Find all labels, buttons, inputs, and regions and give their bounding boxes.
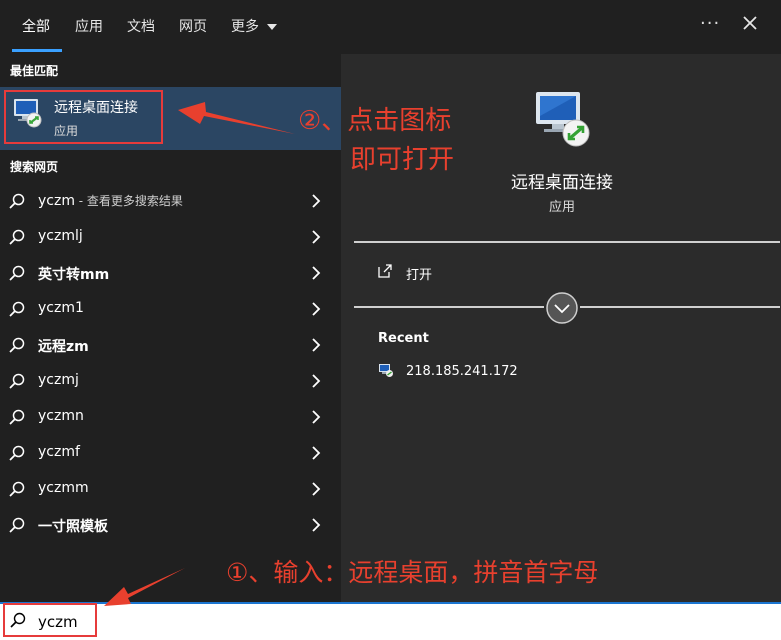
best-match-annotation-box [4, 90, 163, 144]
search-annotation-box [3, 603, 97, 637]
chevron-right-icon[interactable] [309, 409, 323, 425]
search-result-row[interactable]: yczm - 查看更多搜索结果 [0, 183, 341, 219]
annotation-step1: ①、输入：远程桌面，拼音首字母 [226, 558, 599, 587]
search-icon [9, 445, 25, 461]
search-result-row[interactable]: 远程zm [0, 327, 341, 363]
search-icon [9, 265, 25, 281]
preview-subtitle: 应用 [548, 200, 575, 215]
annotation-step2-line1: ②、点击图标 [298, 106, 452, 136]
remote-desktop-icon[interactable] [532, 88, 594, 150]
search-icon [9, 481, 25, 497]
result-text: 远程zm [38, 339, 89, 355]
divider [580, 306, 780, 308]
result-text: 英寸转mm [38, 267, 110, 283]
divider [354, 306, 544, 308]
search-result-row[interactable]: yczm1 [0, 291, 341, 327]
chevron-right-icon[interactable] [309, 265, 323, 281]
search-result-row[interactable]: yczmn [0, 399, 341, 435]
search-icon [9, 337, 25, 353]
result-text: yczmm [38, 480, 89, 496]
caret-down-icon [267, 24, 278, 30]
result-text: yczmn [38, 408, 84, 424]
result-text: yczmf [38, 444, 80, 460]
expand-chevron-icon[interactable] [545, 291, 579, 325]
result-text: 一寸照模板 [38, 519, 108, 535]
search-result-row[interactable]: yczmm [0, 471, 341, 507]
tab-all[interactable]: 全部 [22, 16, 50, 36]
search-icon [9, 517, 25, 533]
tab-documents[interactable]: 文档 [127, 16, 155, 36]
open-icon[interactable] [377, 263, 393, 279]
tab-web[interactable]: 网页 [179, 16, 207, 36]
chevron-right-icon[interactable] [309, 517, 323, 533]
tab-apps[interactable]: 应用 [75, 16, 103, 36]
best-match-heading: 最佳匹配 [10, 64, 59, 78]
tab-more-label: 更多 [231, 19, 259, 35]
active-tab-indicator [12, 49, 62, 52]
search-icon [9, 301, 25, 317]
chevron-right-icon[interactable] [309, 301, 323, 317]
annotation-step2-line2: 即可打开 [350, 145, 455, 175]
chevron-right-icon[interactable] [309, 481, 323, 497]
search-result-row[interactable]: yczmlj [0, 219, 341, 255]
search-bar[interactable] [0, 602, 781, 640]
chevron-right-icon[interactable] [309, 445, 323, 461]
open-action[interactable]: 打开 [406, 264, 432, 283]
web-search-heading: 搜索网页 [10, 160, 59, 174]
divider [354, 241, 780, 243]
result-text: yczmj [38, 372, 79, 388]
chevron-right-icon[interactable] [309, 373, 323, 389]
tab-more[interactable]: 更多 [231, 16, 278, 36]
search-result-row[interactable]: yczmf [0, 435, 341, 471]
close-icon[interactable] [739, 12, 761, 34]
result-text: yczm [38, 193, 75, 209]
chevron-right-icon[interactable] [309, 193, 323, 209]
recent-item[interactable]: 218.185.241.172 [406, 364, 518, 379]
search-result-row[interactable]: 一寸照模板 [0, 507, 341, 543]
recent-heading: Recent [378, 331, 429, 346]
remote-desktop-icon [379, 364, 393, 377]
search-icon [9, 373, 25, 389]
search-result-row[interactable]: yczmj [0, 363, 341, 399]
result-text: yczmlj [38, 228, 83, 244]
more-options-icon[interactable]: ··· [700, 13, 720, 34]
chevron-right-icon[interactable] [309, 337, 323, 353]
search-result-row[interactable]: 英寸转mm [0, 255, 341, 291]
search-icon [9, 193, 25, 209]
chevron-right-icon[interactable] [309, 229, 323, 245]
result-hint: - 查看更多搜索结果 [74, 194, 183, 208]
search-icon [9, 409, 25, 425]
result-text: yczm1 [38, 300, 84, 316]
preview-title: 远程桌面连接 [511, 173, 613, 193]
search-icon [9, 229, 25, 245]
top-bar [0, 0, 781, 54]
